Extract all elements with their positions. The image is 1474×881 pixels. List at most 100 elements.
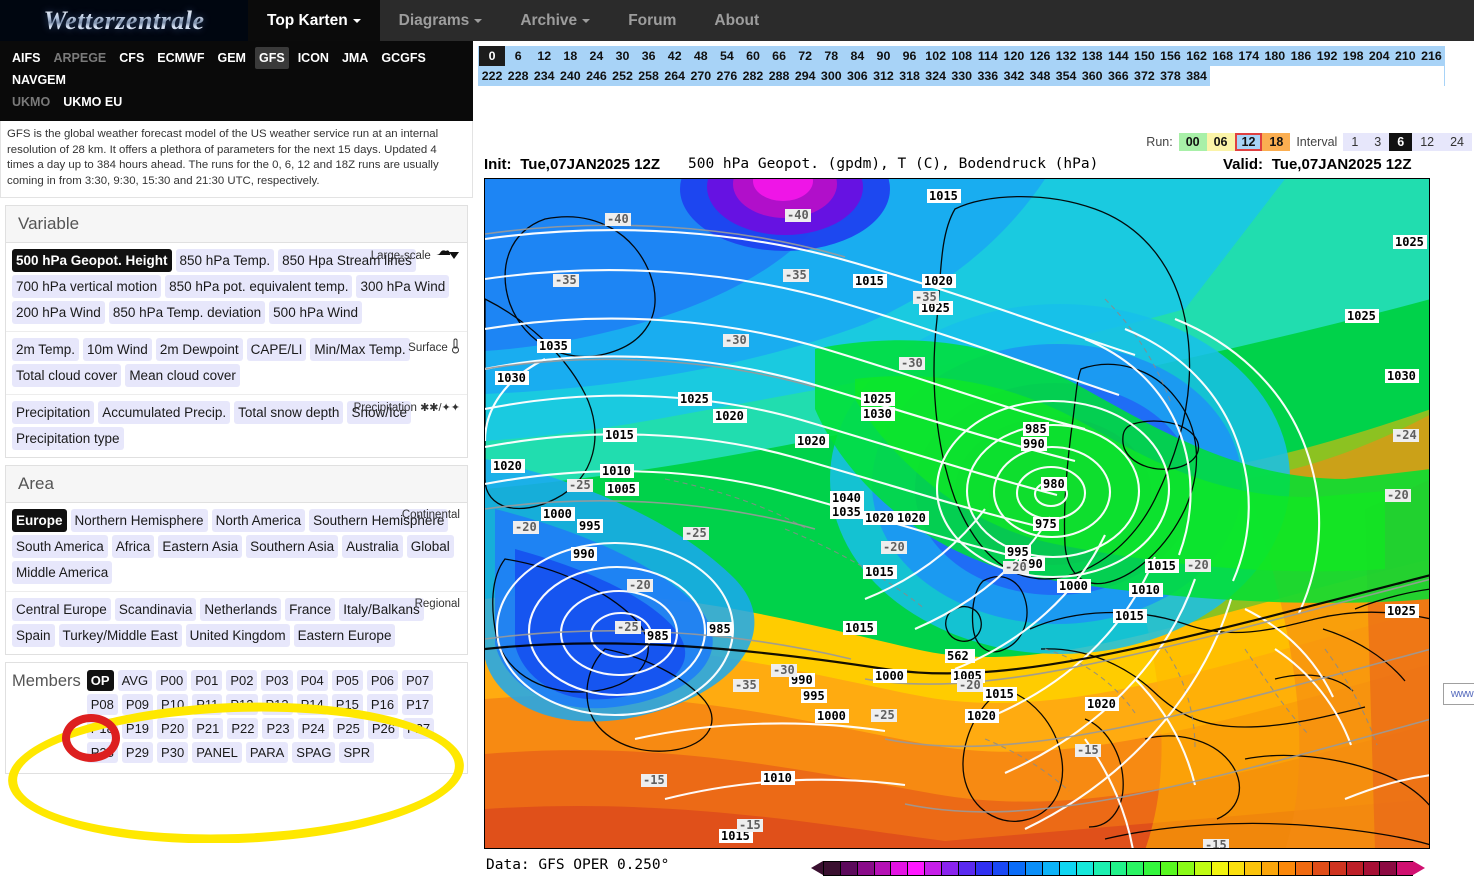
member-chip-p26[interactable]: P26 [367,718,400,739]
area-chip-eastern-asia[interactable]: Eastern Asia [158,535,243,558]
forecast-hour-246[interactable]: 246 [583,66,610,86]
variable-chip-total-cloud-cover[interactable]: Total cloud cover [12,364,122,387]
forecast-hour-324[interactable]: 324 [922,66,949,86]
area-chip-italy-balkans[interactable]: Italy/Balkans [339,598,424,621]
member-chip-p04[interactable]: P04 [296,670,328,691]
model-chip-ecmwf[interactable]: ECMWF [153,47,208,69]
member-chip-spr[interactable]: SPR [339,742,375,763]
forecast-hour-48[interactable]: 48 [688,46,714,66]
forecast-hour-150[interactable]: 150 [1131,46,1157,66]
forecast-hour-6[interactable]: 6 [505,46,531,66]
model-chip-gem[interactable]: GEM [214,47,250,69]
member-chip-para[interactable]: PARA [245,742,289,763]
variable-chip-mean-cloud-cover[interactable]: Mean cloud cover [125,364,240,387]
forecast-hour-210[interactable]: 210 [1392,46,1418,66]
area-chip-united-kingdom[interactable]: United Kingdom [185,624,290,647]
variable-chip-850-hpa-temp-[interactable]: 850 hPa Temp. [175,249,275,272]
area-chip-scandinavia[interactable]: Scandinavia [114,598,197,621]
member-chip-p10[interactable]: P10 [157,694,189,715]
area-chip-netherlands[interactable]: Netherlands [200,598,282,621]
model-chip-gfs[interactable]: GFS [254,47,289,69]
forecast-hour-42[interactable]: 42 [662,46,688,66]
area-chip-france[interactable]: France [285,598,336,621]
forecast-hour-282[interactable]: 282 [739,66,767,86]
run-option-00[interactable]: 00 [1178,133,1207,151]
forecast-hour-330[interactable]: 330 [948,66,975,86]
forecast-hour-372[interactable]: 372 [1131,66,1158,86]
member-chip-p27[interactable]: P27 [403,718,435,739]
variable-chip-accumulated-precip-[interactable]: Accumulated Precip. [98,401,231,424]
member-chip-p16[interactable]: P16 [366,694,399,715]
forecast-hour-0[interactable]: 0 [479,46,506,66]
forecast-hour-276[interactable]: 276 [713,66,740,86]
forecast-hour-72[interactable]: 72 [792,46,818,66]
interval-option-3[interactable]: 3 [1366,133,1389,151]
forecast-hour-204[interactable]: 204 [1366,46,1392,66]
interval-option-1[interactable]: 1 [1343,133,1366,151]
variable-chip-200-hpa-wind[interactable]: 200 hPa Wind [12,301,105,324]
member-chip-p09[interactable]: P09 [121,694,154,715]
nav-item-forum[interactable]: Forum [609,0,695,41]
variable-chip-300-hpa-wind[interactable]: 300 hPa Wind [356,275,450,298]
variable-chip-2m-dewpoint[interactable]: 2m Dewpoint [155,338,243,361]
variable-chip-precipitation-type[interactable]: Precipitation type [12,427,124,450]
forecast-hour-384[interactable]: 384 [1183,66,1210,86]
forecast-hour-132[interactable]: 132 [1053,46,1079,66]
interval-option-12[interactable]: 12 [1412,133,1442,151]
variable-chip-precipitation[interactable]: Precipitation [12,401,95,424]
model-chip-cfs[interactable]: CFS [115,47,148,69]
forecast-hour-378[interactable]: 378 [1157,66,1184,86]
model-chip-arpege[interactable]: ARPEGE [49,47,110,69]
forecast-hour-270[interactable]: 270 [687,66,714,86]
forecast-hour-84[interactable]: 84 [844,46,870,66]
forecast-hour-90[interactable]: 90 [870,46,896,66]
variable-chip-min-max-temp-[interactable]: Min/Max Temp. [310,338,410,361]
member-chip-p20[interactable]: P20 [157,718,189,739]
variable-chip-10m-wind[interactable]: 10m Wind [83,338,152,361]
forecast-hour-174[interactable]: 174 [1236,46,1262,66]
member-chip-p07[interactable]: P07 [402,670,434,691]
area-chip-middle-america[interactable]: Middle America [12,561,113,584]
forecast-hour-348[interactable]: 348 [1026,66,1054,86]
variable-chip-500-hpa-geopot-height[interactable]: 500 hPa Geopot. Height [12,249,172,272]
member-chip-p30[interactable]: P30 [157,742,189,763]
forecast-hour-288[interactable]: 288 [766,66,793,86]
forecast-hour-108[interactable]: 108 [949,46,975,66]
variable-chip-850-hpa-pot-equivalent-temp-[interactable]: 850 hPa pot. equivalent temp. [165,275,353,298]
variable-chip-2m-temp-[interactable]: 2m Temp. [12,338,80,361]
forecast-hour-312[interactable]: 312 [870,66,897,86]
member-chip-p03[interactable]: P03 [261,670,293,691]
variable-chip-700-hpa-vertical-motion[interactable]: 700 hPa vertical motion [12,275,162,298]
member-chip-p00[interactable]: P00 [156,670,188,691]
nav-item-archive[interactable]: Archive [501,0,609,41]
area-chip-eastern-europe[interactable]: Eastern Europe [293,624,396,647]
model-chip-gcgfs[interactable]: GCGFS [377,47,429,69]
variable-chip-500-hpa-wind[interactable]: 500 hPa Wind [269,301,362,324]
forecast-hour-36[interactable]: 36 [636,46,662,66]
member-chip-avg[interactable]: AVG [117,670,153,691]
member-chip-p25[interactable]: P25 [332,718,364,739]
area-chip-northern-hemisphere[interactable]: Northern Hemisphere [70,509,208,532]
area-chip-south-america[interactable]: South America [12,535,108,558]
member-chip-p18[interactable]: P18 [86,718,118,739]
forecast-hour-186[interactable]: 186 [1288,46,1314,66]
weather-map-canvas[interactable]: 1035 1030 1025 1020 1015 1020 1010 1005 … [484,178,1430,849]
forecast-hour-294[interactable]: 294 [792,66,819,86]
forecast-hour-240[interactable]: 240 [557,66,584,86]
area-chip-central-europe[interactable]: Central Europe [12,598,111,621]
member-chip-p05[interactable]: P05 [331,670,363,691]
area-chip-australia[interactable]: Australia [342,535,403,558]
member-chip-p12[interactable]: P12 [226,694,258,715]
model-chip-icon[interactable]: ICON [294,47,333,69]
member-chip-p15[interactable]: P15 [331,694,363,715]
run-option-12[interactable]: 12 [1234,133,1263,151]
forecast-hour-366[interactable]: 366 [1105,66,1132,86]
forecast-hour-336[interactable]: 336 [974,66,1001,86]
forecast-hour-66[interactable]: 66 [766,46,792,66]
variable-chip-850-hpa-temp-deviation[interactable]: 850 hPa Temp. deviation [108,301,266,324]
forecast-hour-120[interactable]: 120 [1001,46,1027,66]
member-chip-p21[interactable]: P21 [192,718,224,739]
forecast-hour-222[interactable]: 222 [479,66,506,86]
member-chip-p11[interactable]: P11 [192,694,223,715]
forecast-hour-300[interactable]: 300 [818,66,845,86]
